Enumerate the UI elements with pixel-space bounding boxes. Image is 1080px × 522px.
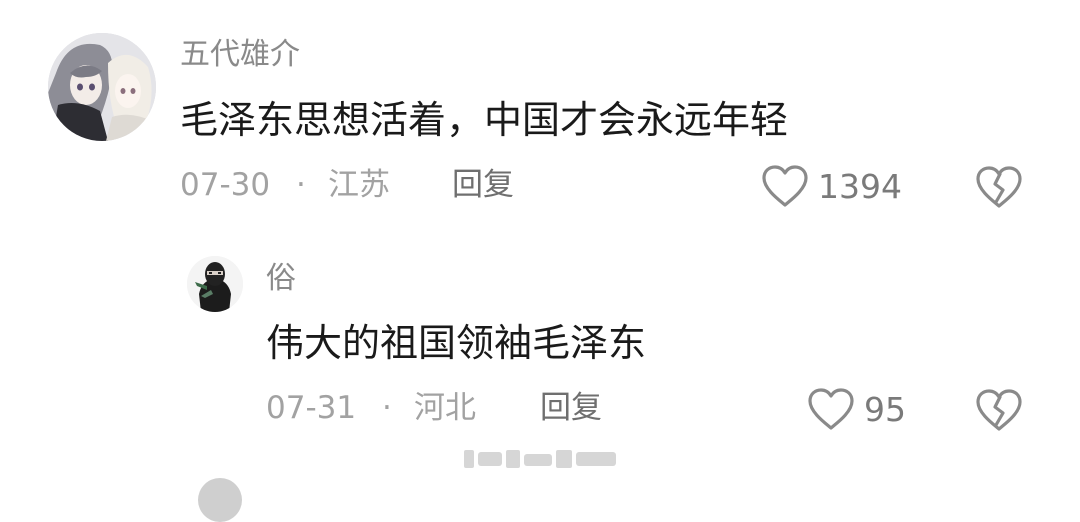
reply-button[interactable]: 回复 bbox=[452, 170, 514, 201]
next-avatar[interactable] bbox=[198, 478, 242, 522]
meta-separator: · bbox=[382, 390, 392, 426]
comment-date: 07-30 bbox=[180, 167, 271, 203]
comment-location: 江苏 bbox=[328, 167, 390, 203]
replier-avatar[interactable] bbox=[187, 256, 243, 312]
ninja-avatar-image bbox=[187, 256, 243, 312]
replier-username[interactable]: 俗 bbox=[266, 264, 296, 294]
watermark-logo bbox=[464, 450, 616, 468]
like-count: 95 bbox=[864, 389, 906, 429]
reply-button[interactable]: 回复 bbox=[540, 393, 602, 424]
dislike-button[interactable] bbox=[974, 164, 1024, 214]
like-button[interactable]: 1394 bbox=[760, 163, 902, 209]
anime-avatar-image bbox=[48, 33, 156, 141]
like-button[interactable]: 95 bbox=[806, 386, 906, 432]
comment-text: 毛泽东思想活着，中国才会永远年轻 bbox=[180, 98, 789, 142]
heart-outline-icon bbox=[762, 165, 808, 207]
broken-heart-icon bbox=[976, 389, 1022, 431]
dislike-button[interactable] bbox=[974, 387, 1024, 437]
commenter-avatar[interactable] bbox=[48, 33, 156, 141]
commenter-username[interactable]: 五代雄介 bbox=[180, 40, 300, 70]
reply-date: 07-31 bbox=[266, 390, 357, 426]
reply-location: 河北 bbox=[414, 390, 476, 426]
broken-heart-icon bbox=[976, 166, 1022, 208]
like-count: 1394 bbox=[818, 166, 902, 206]
heart-outline-icon bbox=[808, 388, 854, 430]
reply-text: 伟大的祖国领袖毛泽东 bbox=[266, 321, 647, 365]
meta-separator: · bbox=[296, 167, 306, 203]
